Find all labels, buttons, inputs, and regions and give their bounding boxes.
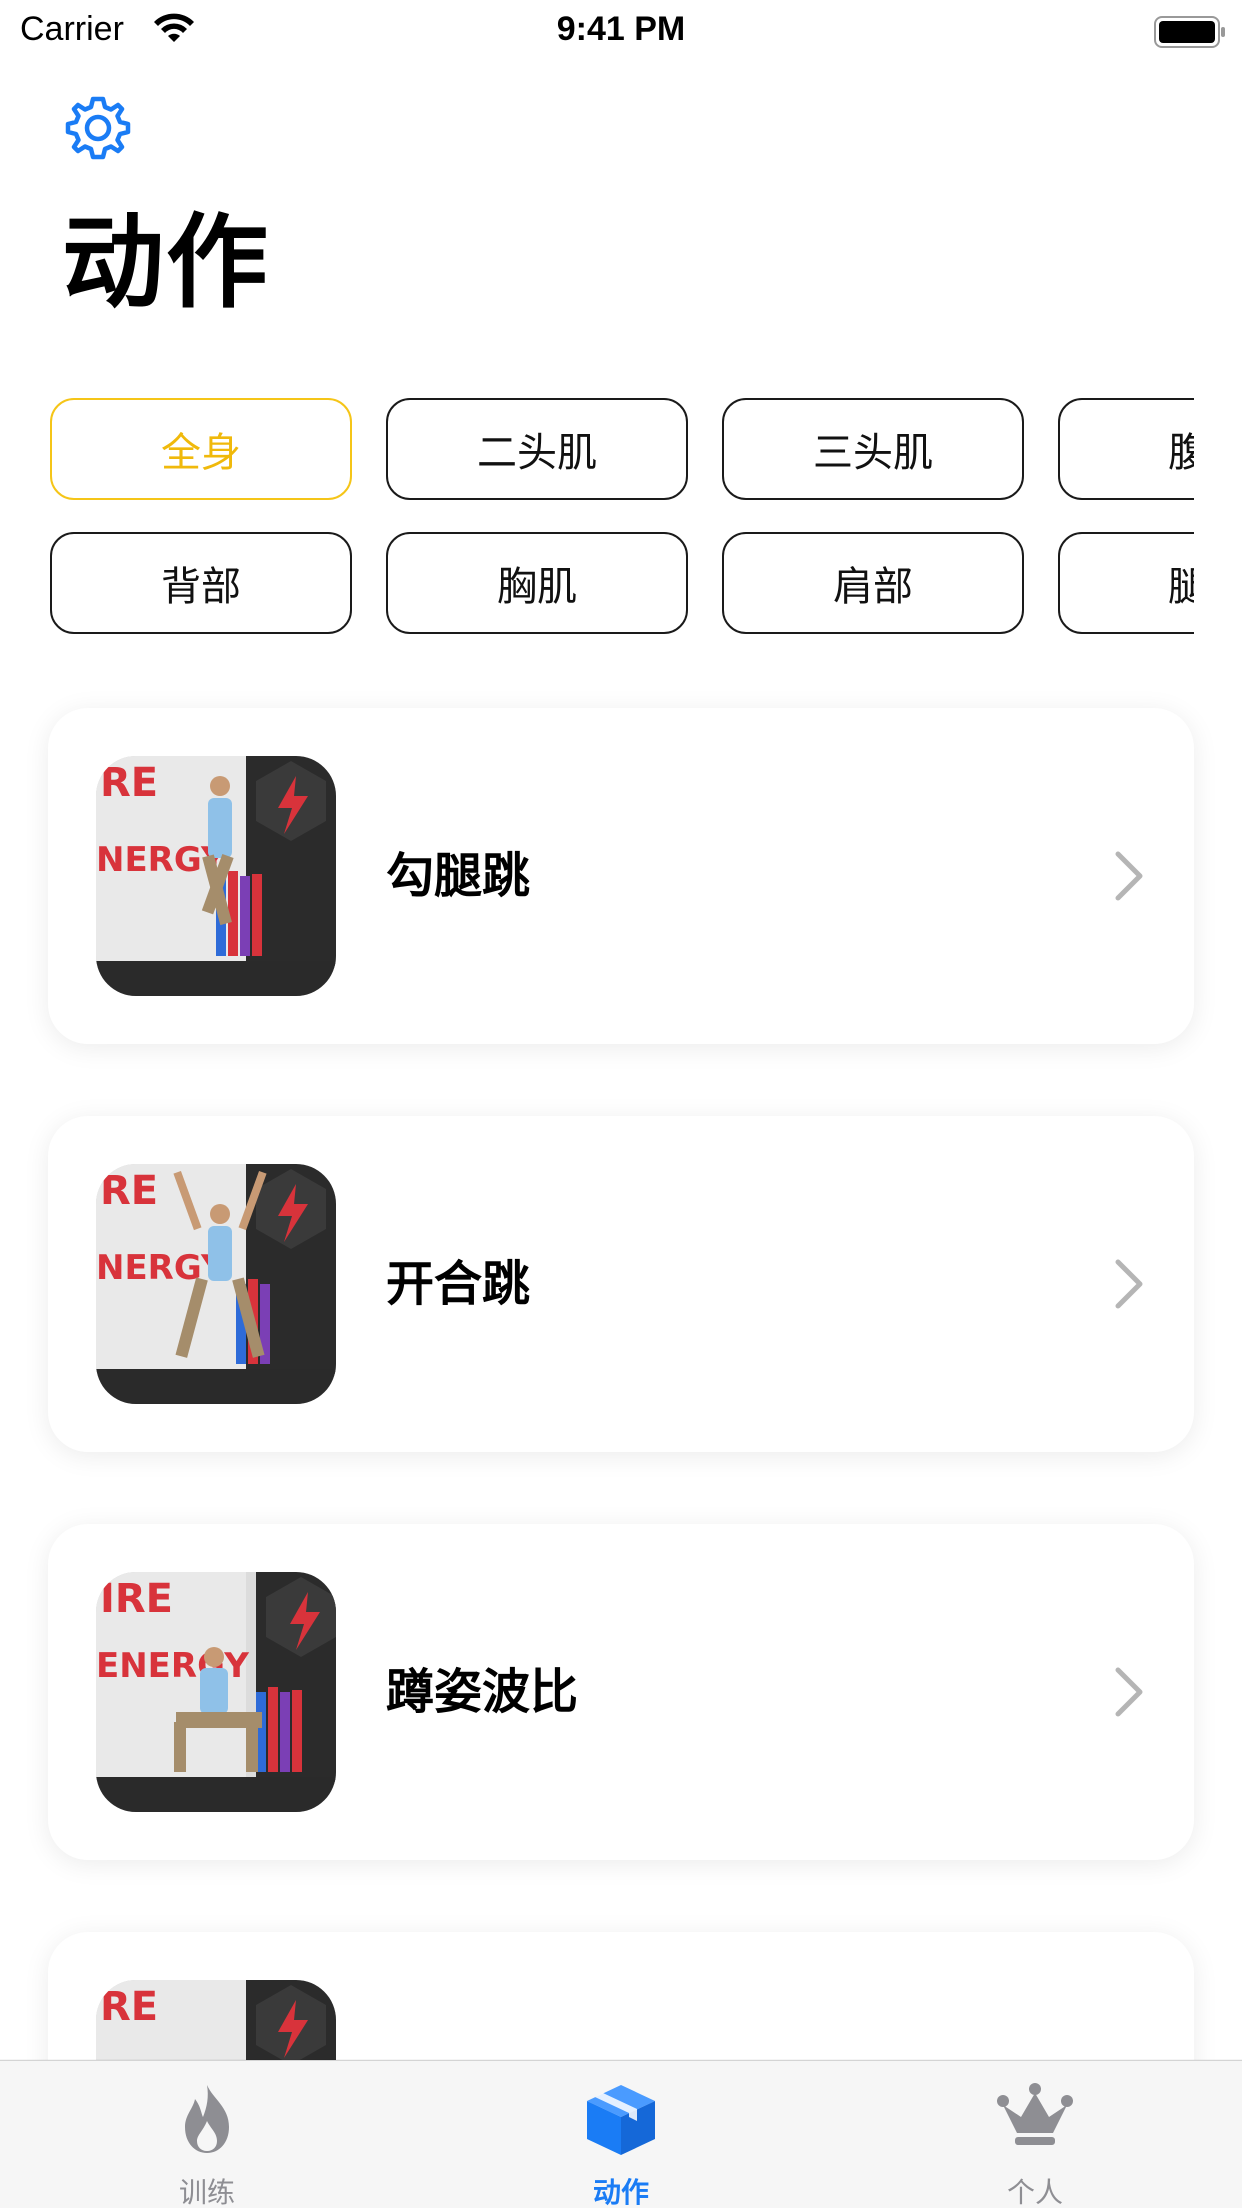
crown-icon [997,2083,1073,2145]
exercise-name: 勾腿跳 [386,848,531,904]
tab-label: 训练 [178,2176,235,2208]
svg-text:IRE: IRE [100,1576,173,1622]
filter-chip-abs[interactable]: 腹 [1058,398,1194,500]
svg-text:RE: RE [100,760,158,806]
category-filter: 全身 二头肌 三头肌 腹 背部 胸肌 肩部 腿 [0,396,1194,636]
exercise-card[interactable]: RE NERGY 开合跳 [48,1116,1194,1452]
tab-bar: 训练 动作 个人 [0,2060,1242,2208]
flame-icon [185,2085,229,2153]
filter-chip-legs[interactable]: 腿 [1058,532,1194,634]
filter-chip-chest[interactable]: 胸肌 [386,532,688,634]
chevron-right-icon [1115,1259,1143,1309]
filter-chip-full-body[interactable]: 全身 [50,398,352,500]
exercise-name: 开合跳 [386,1256,531,1312]
chevron-right-icon [1115,851,1143,901]
gear-icon [65,96,131,160]
settings-button[interactable] [60,90,136,166]
tab-label: 动作 [592,2176,649,2208]
battery-icon [1154,16,1225,48]
cube-icon [587,2085,655,2155]
filter-chip-biceps[interactable]: 二头肌 [386,398,688,500]
status-bar: Carrier 9:41 PM [0,0,1242,60]
svg-text:RE: RE [100,1984,158,2030]
svg-text:RE: RE [100,1168,158,1214]
filter-chip-shoulders[interactable]: 肩部 [722,532,1024,634]
exercise-card[interactable]: IRE ENERGY 蹲姿波比 [48,1524,1194,1860]
tab-actions[interactable]: 动作 [414,2061,828,2208]
exercise-thumbnail: IRE ENERGY [96,1572,336,1812]
exercise-thumbnail: RE NERGY [96,1164,336,1404]
tab-training[interactable]: 训练 [0,2061,414,2208]
status-time: 9:41 PM [556,10,686,48]
exercise-name: 蹲姿波比 [386,1664,579,1720]
chevron-right-icon [1115,1667,1143,1717]
tab-profile[interactable]: 个人 [828,2061,1242,2208]
filter-chip-back[interactable]: 背部 [50,532,352,634]
exercise-thumbnail: RE NERGY [96,756,336,996]
tab-label: 个人 [1006,2176,1063,2208]
filter-chip-triceps[interactable]: 三头肌 [722,398,1024,500]
exercise-card[interactable]: RE NERGY 勾腿跳 [48,708,1194,1044]
page-title: 动作 [62,204,270,323]
